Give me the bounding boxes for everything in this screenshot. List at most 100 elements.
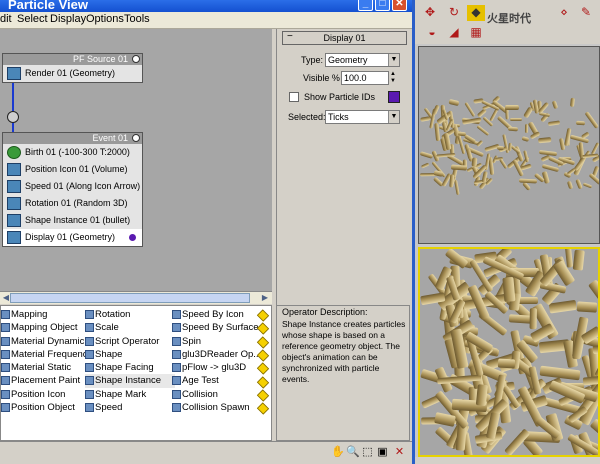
angle-snap-icon[interactable]: ◢: [445, 25, 463, 41]
show-particle-ids-checkbox[interactable]: [289, 92, 299, 102]
scroll-right-icon[interactable]: ▶: [259, 292, 271, 304]
particle-bullet: [575, 179, 583, 190]
depot-item[interactable]: Shape: [85, 348, 175, 361]
depot-item[interactable]: Speed: [85, 401, 175, 414]
depot-item[interactable]: Position Icon: [1, 388, 89, 401]
maximize-icon[interactable]: □: [375, 0, 390, 11]
depot-item[interactable]: Shape Mark: [85, 388, 175, 401]
depot-item[interactable]: Collision: [172, 388, 256, 401]
collapse-icon[interactable]: −: [287, 31, 293, 43]
perspective-viewport[interactable]: [418, 247, 600, 457]
depot-item[interactable]: Speed By Surface: [172, 321, 259, 334]
operator-icon: [85, 389, 94, 399]
depot-item[interactable]: Scale: [85, 321, 175, 334]
output-pin-icon[interactable]: [132, 55, 140, 63]
percent-snap-icon[interactable]: ▦: [467, 25, 485, 41]
test-icon[interactable]: [256, 322, 270, 335]
selected-label: Selected:: [288, 112, 326, 122]
depot-item[interactable]: Speed By Icon: [172, 308, 256, 321]
depot-item[interactable]: Material Static: [1, 361, 89, 374]
minimize-icon[interactable]: _: [358, 0, 373, 11]
output-pin-icon[interactable]: [132, 134, 140, 142]
operator-speed[interactable]: Speed 01 (Along Icon Arrow): [3, 178, 142, 195]
particle-graph[interactable]: PF Source 01 Render 01 (Geometry) Event …: [0, 29, 272, 291]
depot-item[interactable]: Shape Instance: [85, 374, 175, 388]
top-viewport[interactable]: [418, 46, 600, 244]
selected-dropdown[interactable]: Ticks ▼: [325, 110, 400, 124]
particle-bullet: [583, 110, 599, 129]
pf-source-node[interactable]: PF Source 01 Render 01 (Geometry): [2, 53, 143, 83]
particle-bullet: [448, 99, 459, 107]
operator-rotation[interactable]: Rotation 01 (Random 3D): [3, 195, 142, 212]
depot-item[interactable]: Script Operator: [85, 335, 175, 348]
particle-bullet: [537, 137, 552, 144]
operator-position-icon[interactable]: Position Icon 01 (Volume): [3, 161, 142, 178]
menu-tools[interactable]: Tools: [124, 13, 150, 25]
display-rollout-header[interactable]: − Display 01: [282, 31, 407, 45]
operator-icon: [172, 376, 181, 386]
close-icon[interactable]: ✕: [392, 0, 407, 11]
particle-bullet: [583, 182, 593, 189]
test-icon[interactable]: [256, 335, 270, 349]
position-icon: [7, 163, 21, 176]
move-icon[interactable]: ✥: [421, 5, 439, 21]
menu-options[interactable]: Options: [86, 13, 124, 25]
zoom-extents-icon[interactable]: ▣: [376, 446, 389, 459]
test-icon[interactable]: [256, 309, 270, 322]
operator-render[interactable]: Render 01 (Geometry): [3, 65, 142, 82]
scroll-thumb[interactable]: [10, 293, 250, 303]
speed-icon: [7, 180, 21, 193]
depot-item[interactable]: Age Test: [172, 374, 256, 387]
link-ring-icon[interactable]: [7, 111, 19, 123]
operator-icon: [85, 376, 94, 386]
depot-item[interactable]: Mapping Object: [1, 321, 89, 334]
align-icon[interactable]: ⋄: [555, 5, 573, 21]
depot-item[interactable]: Material Frequency: [1, 348, 92, 361]
mirror-icon[interactable]: ✎: [577, 5, 595, 21]
rotate-icon[interactable]: ↻: [445, 5, 463, 21]
hand-icon[interactable]: ✋: [331, 446, 345, 459]
test-icon[interactable]: [256, 375, 270, 389]
depot-item[interactable]: glu3DReader Op...: [172, 348, 261, 361]
depot-item[interactable]: Position Object: [1, 401, 89, 414]
magnifier-icon[interactable]: 🔍: [346, 446, 360, 459]
chevron-down-icon[interactable]: ▼: [388, 54, 399, 66]
test-icon[interactable]: [256, 362, 270, 375]
menu-select[interactable]: Select: [17, 13, 48, 25]
depot-item[interactable]: pFlow -> glu3D: [172, 361, 256, 374]
depot-item[interactable]: Shape Facing: [85, 361, 175, 374]
depot-item[interactable]: Mapping: [1, 308, 89, 321]
test-icon[interactable]: [256, 402, 270, 415]
select-icon[interactable]: ◆: [467, 5, 485, 21]
graph-horizontal-scrollbar[interactable]: ◀ ▶: [0, 291, 272, 304]
depot-item[interactable]: Material Dynamic: [1, 335, 89, 348]
depot-item[interactable]: Rotation: [85, 308, 175, 321]
particle-bullet: [548, 300, 577, 314]
operator-display[interactable]: Display 01 (Geometry): [3, 229, 142, 246]
particle-bullet: [529, 307, 538, 329]
visible-percent-spinner[interactable]: 100.0: [341, 71, 389, 85]
operator-shape-instance[interactable]: Shape Instance 01 (bullet): [3, 212, 142, 229]
display-color-swatch[interactable]: [388, 91, 400, 103]
display-color-dot: [129, 234, 136, 241]
operator-birth[interactable]: Birth 01 (-100-300 T:2000): [3, 144, 142, 161]
event-node[interactable]: Event 01 Birth 01 (-100-300 T:2000) Posi…: [2, 132, 143, 247]
depot-item[interactable]: Spin: [172, 335, 256, 348]
menu-edit[interactable]: dit: [0, 13, 12, 25]
depot-item[interactable]: Collision Spawn: [172, 401, 256, 414]
type-dropdown[interactable]: Geometry ▼: [325, 53, 400, 67]
operator-icon: [172, 389, 181, 399]
no-draw-icon[interactable]: ✕: [393, 446, 406, 459]
snap-icon[interactable]: ◒: [423, 25, 441, 41]
depot-item[interactable]: Placement Paint: [1, 374, 89, 387]
menu-display[interactable]: Display: [50, 13, 86, 25]
spinner-arrows-icon[interactable]: ▲ ▼: [390, 71, 396, 85]
particle-bullet: [476, 125, 490, 137]
operator-icon: [172, 323, 181, 333]
test-icon[interactable]: [256, 389, 270, 402]
operator-icon: [1, 363, 10, 373]
zoom-region-icon[interactable]: ⬚: [361, 446, 374, 459]
chevron-down-icon[interactable]: ▼: [388, 111, 399, 123]
operator-icon: [1, 323, 10, 333]
display-icon: [7, 231, 21, 244]
